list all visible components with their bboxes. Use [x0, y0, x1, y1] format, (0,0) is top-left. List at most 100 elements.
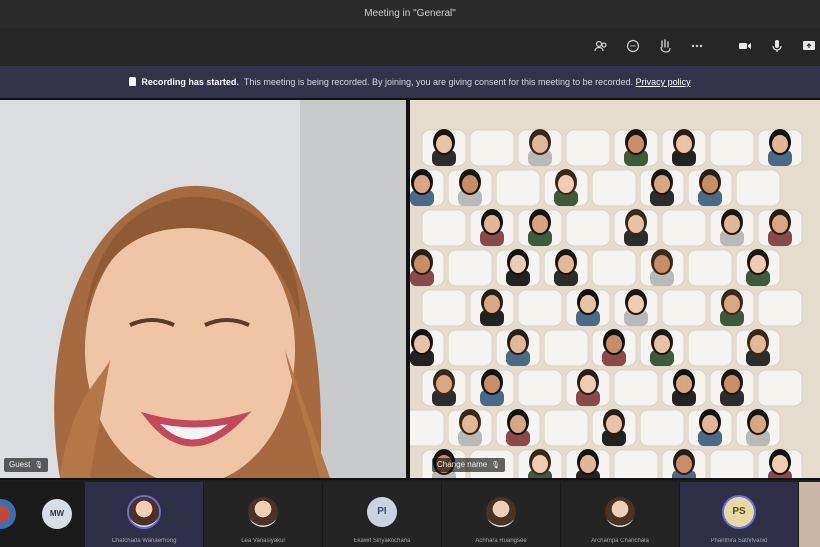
attendee-face	[772, 455, 788, 473]
seat	[591, 249, 637, 287]
seat	[517, 289, 563, 327]
attendee-face	[676, 135, 692, 153]
participant-name: Chatchada Wanaerhong	[111, 538, 177, 544]
video-tile-audience[interactable]: Change name 🎙	[410, 100, 820, 478]
more-icon[interactable]	[688, 38, 706, 56]
seat	[709, 129, 755, 167]
seat	[565, 129, 611, 167]
name-tag-right-label: Change name	[437, 460, 488, 469]
seat	[421, 289, 467, 327]
participant-tile-3[interactable]: Lea Vanasiyakul	[204, 482, 322, 547]
audience-video	[410, 100, 820, 478]
participant-avatar-1[interactable]: MW	[42, 499, 72, 529]
attendee-face	[510, 415, 526, 433]
seat	[687, 249, 733, 287]
attendee-face	[580, 455, 596, 473]
attendee-face	[436, 375, 452, 393]
attendee-face	[510, 255, 526, 273]
privacy-policy-link[interactable]: Privacy policy	[636, 77, 691, 87]
attendee-face	[414, 255, 430, 273]
participant-strip: MW Chatchada Wanaerhong Lea Vanasiyakul …	[0, 482, 820, 547]
attendee-face	[750, 335, 766, 353]
seat	[543, 409, 589, 447]
avatar: PS	[724, 497, 754, 527]
participant-name: Achhara Ruangsee	[475, 538, 527, 544]
seat	[709, 449, 755, 478]
participant-tile-4[interactable]: PI Ekawit Siriyakochana	[323, 482, 441, 547]
seat	[757, 289, 803, 327]
banner-text: This meeting is being recorded. By joini…	[243, 77, 634, 87]
attendee-face	[676, 375, 692, 393]
attendee-face	[414, 335, 430, 353]
speaker-video	[0, 100, 406, 478]
seat	[565, 209, 611, 247]
participant-name: Ekawit Siriyakochana	[353, 538, 411, 544]
participant-tile-7[interactable]: PS Phanthira Sathitvanid	[680, 482, 798, 547]
attendee-face	[628, 135, 644, 153]
share-icon[interactable]	[800, 38, 818, 56]
video-stage: Guest 🎙 Change name 🎙	[0, 98, 820, 480]
attendee-face	[580, 375, 596, 393]
seat	[687, 329, 733, 367]
attendee-face	[414, 175, 430, 193]
mic-icon[interactable]	[768, 38, 786, 56]
seat	[543, 329, 589, 367]
seat	[469, 129, 515, 167]
attendee-face	[628, 295, 644, 313]
seat	[410, 409, 445, 447]
attendee-face	[724, 215, 740, 233]
participant-name: Lea Vanasiyakul	[241, 538, 285, 544]
participant-avatar-0[interactable]	[0, 499, 16, 529]
reactions-icon[interactable]	[656, 38, 674, 56]
attendee-face	[606, 415, 622, 433]
attendee-face	[510, 335, 526, 353]
seat	[735, 169, 781, 207]
video-tile-speaker[interactable]: Guest 🎙	[0, 100, 406, 478]
seat	[495, 169, 541, 207]
title-bar: Meeting in "General"	[0, 0, 820, 28]
attendee-face	[772, 215, 788, 233]
seat	[447, 249, 493, 287]
avatar	[129, 497, 159, 527]
participant-tile-5[interactable]: Achhara Ruangsee	[442, 482, 560, 547]
participant-name: Archampa Chanchala	[591, 538, 649, 544]
name-tag-left: Guest 🎙	[4, 458, 49, 472]
camera-icon[interactable]	[736, 38, 754, 56]
window-title: Meeting in "General"	[364, 8, 456, 19]
participant-tile-edge[interactable]	[799, 482, 820, 547]
participant-name: Phanthira Sathitvanid	[710, 538, 768, 544]
name-tag-right: Change name 🎙	[432, 458, 506, 472]
attendee-face	[724, 375, 740, 393]
attendee-face	[750, 415, 766, 433]
attendee-face	[676, 455, 692, 473]
chat-icon[interactable]	[624, 38, 642, 56]
people-icon[interactable]	[592, 38, 610, 56]
avatar	[486, 497, 516, 527]
participant-tile-2[interactable]: Chatchada Wanaerhong	[85, 482, 203, 547]
meeting-toolbar	[0, 28, 820, 66]
attendee-face	[462, 175, 478, 193]
seat	[421, 209, 467, 247]
seat	[613, 369, 659, 407]
seat	[591, 169, 637, 207]
attendee-face	[702, 175, 718, 193]
attendee-face	[606, 335, 622, 353]
seat	[613, 449, 659, 478]
banner-title: Recording has started.	[141, 77, 239, 87]
seat	[639, 409, 685, 447]
attendee-face	[654, 255, 670, 273]
seat	[661, 289, 707, 327]
attendee-face	[628, 215, 644, 233]
participant-tile-6[interactable]: Archampa Chanchala	[561, 482, 679, 547]
attendee-face	[484, 375, 500, 393]
attendee-face	[750, 255, 766, 273]
attendee-face	[702, 415, 718, 433]
attendee-face	[532, 455, 548, 473]
attendee-face	[654, 335, 670, 353]
attendee-face	[580, 295, 596, 313]
seat	[757, 369, 803, 407]
attendee-face	[484, 215, 500, 233]
attendee-face	[462, 415, 478, 433]
seat	[661, 209, 707, 247]
seat	[517, 369, 563, 407]
